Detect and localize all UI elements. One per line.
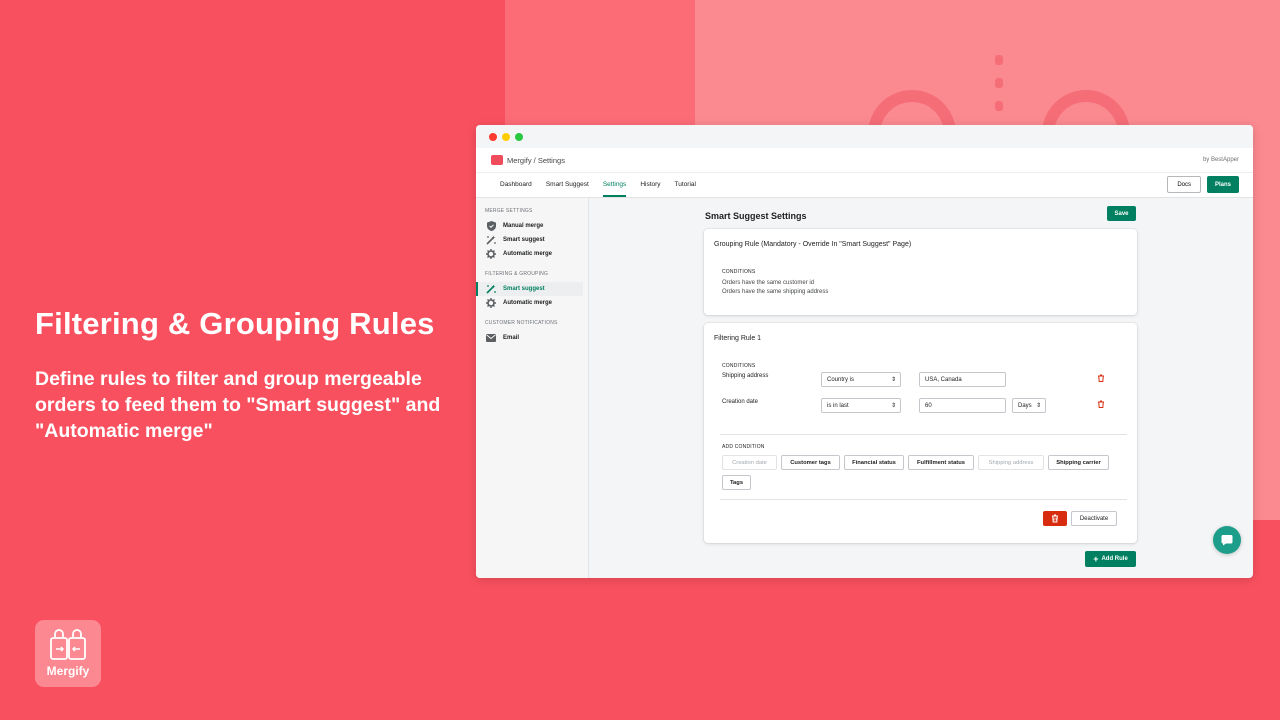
grouping-condition: Orders have the same shipping address (722, 289, 829, 295)
settings-sidebar: MERGE SETTINGS Manual merge Smart sugges… (476, 198, 589, 578)
chat-widget-button[interactable] (1213, 526, 1241, 554)
sidebar-item-smart-suggest[interactable]: Smart suggest (476, 233, 583, 247)
sidebar-heading-customer-notifications: CUSTOMER NOTIFICATIONS (485, 320, 558, 326)
gear-icon (486, 249, 496, 259)
delete-rule-button[interactable] (1043, 511, 1067, 526)
grouping-rule-title: Grouping Rule (Mandatory - Override In "… (714, 241, 912, 248)
select-value: Days (1018, 402, 1032, 409)
shield-icon (486, 221, 496, 231)
condition-unit-select[interactable]: Days ⇕ (1012, 398, 1046, 413)
select-arrow-icon: ⇕ (1035, 403, 1041, 409)
window-maximize-button[interactable] (515, 132, 523, 141)
add-condition-shipping-carrier[interactable]: Shipping carrier (1048, 455, 1109, 470)
add-rule-button[interactable]: + Add Rule (1085, 551, 1136, 567)
tab-smart-suggest[interactable]: Smart Suggest (546, 173, 589, 197)
trash-icon[interactable] (1097, 374, 1105, 382)
add-condition-tags[interactable]: Tags (722, 475, 751, 490)
tab-history[interactable]: History (640, 173, 660, 197)
condition-value-input[interactable]: 60 (919, 398, 1006, 413)
hero-title: Filtering & Grouping Rules (35, 306, 435, 341)
select-arrow-icon: ⇕ (890, 403, 896, 409)
shopping-bags-icon (50, 629, 86, 660)
brand-logo: Mergify (35, 620, 101, 687)
sidebar-heading-filtering-grouping: FILTERING & GROUPING (485, 271, 549, 277)
sidebar-item-label: Automatic merge (503, 251, 553, 257)
add-condition-customer-tags[interactable]: Customer tags (781, 455, 840, 470)
breadcrumb: Mergify / Settings (507, 155, 565, 165)
save-button[interactable]: Save (1107, 206, 1136, 221)
add-condition-shipping-address[interactable]: Shipping address (978, 455, 1044, 470)
condition-operator-select[interactable]: Country is ⇕ (821, 372, 901, 387)
condition-operator-select[interactable]: is in last ⇕ (821, 398, 901, 413)
background-panel-small (505, 0, 695, 135)
deactivate-button[interactable]: Deactivate (1071, 511, 1117, 526)
add-condition-label: ADD CONDITION (722, 444, 765, 450)
trash-icon[interactable] (1097, 400, 1105, 408)
condition-value-input[interactable]: USA, Canada (919, 372, 1006, 387)
sidebar-item-filtering-automatic-merge[interactable]: Automatic merge (476, 296, 583, 310)
tab-tutorial[interactable]: Tutorial (675, 173, 696, 197)
app-window: Mergify / Settings by BestApper Dashboar… (476, 125, 1253, 578)
brand-name: Mergify (46, 664, 90, 678)
divider (720, 434, 1127, 435)
filtering-rule-title: Filtering Rule 1 (714, 335, 762, 342)
select-value: Country is (827, 376, 855, 383)
add-condition-financial-status[interactable]: Financial status (844, 455, 904, 470)
decorative-dot (995, 101, 1003, 111)
decorative-dot (995, 78, 1003, 88)
window-minimize-button[interactable] (502, 132, 510, 141)
condition-field-label: Shipping address (722, 373, 769, 379)
chat-bubble-icon (1221, 535, 1233, 546)
window-close-button[interactable] (489, 132, 497, 141)
plus-icon: + (1093, 554, 1099, 564)
gear-icon (486, 298, 496, 308)
envelope-icon (486, 333, 496, 343)
sidebar-item-label: Automatic merge (503, 300, 553, 306)
page-title: Smart Suggest Settings (705, 211, 807, 221)
sidebar-item-label: Smart suggest (503, 237, 545, 243)
magic-wand-icon (486, 235, 496, 245)
decorative-dot (995, 55, 1003, 65)
conditions-label: CONDITIONS (722, 363, 756, 369)
select-arrow-icon: ⇕ (890, 377, 896, 383)
magic-wand-icon (486, 284, 496, 294)
app-header: Mergify / Settings by BestApper (476, 148, 1253, 173)
plans-button[interactable]: Plans (1206, 176, 1239, 193)
sidebar-heading-merge-settings: MERGE SETTINGS (485, 208, 533, 214)
docs-button[interactable]: Docs (1167, 176, 1201, 193)
sidebar-item-automatic-merge[interactable]: Automatic merge (476, 247, 583, 261)
conditions-label: CONDITIONS (722, 269, 756, 275)
sidebar-item-filtering-smart-suggest[interactable]: Smart suggest (476, 282, 583, 296)
tab-dashboard[interactable]: Dashboard (500, 173, 532, 197)
add-condition-fulfillment-status[interactable]: Fulfillment status (908, 455, 974, 470)
sidebar-item-label: Smart suggest (503, 286, 545, 292)
sidebar-item-manual-merge[interactable]: Manual merge (476, 219, 583, 233)
filtering-rule-card: Filtering Rule 1 CONDITIONS Shipping add… (704, 323, 1137, 543)
divider (720, 499, 1127, 500)
add-rule-label: Add Rule (1101, 556, 1128, 562)
grouping-rule-card: Grouping Rule (Mandatory - Override In "… (704, 229, 1137, 315)
sidebar-item-label: Manual merge (503, 223, 544, 229)
tab-settings[interactable]: Settings (602, 173, 627, 197)
sidebar-item-label: Email (503, 335, 520, 341)
window-title-bar (476, 125, 1253, 148)
add-condition-creation-date[interactable]: Creation date (722, 455, 777, 470)
content-area: MERGE SETTINGS Manual merge Smart sugges… (476, 198, 1253, 578)
trash-icon (1052, 514, 1058, 523)
condition-field-label: Creation date (722, 399, 759, 405)
main-content: Smart Suggest Settings Save Grouping Rul… (589, 198, 1253, 578)
developer-credit: by BestApper (1202, 157, 1239, 163)
grouping-condition: Orders have the same customer id (722, 280, 815, 286)
hero-description: Define rules to filter and group mergeab… (35, 368, 441, 442)
sidebar-item-email[interactable]: Email (476, 331, 583, 345)
app-logo-icon (491, 155, 503, 165)
select-value: is in last (827, 402, 849, 409)
top-nav: Dashboard Smart Suggest Settings History… (476, 173, 1253, 198)
